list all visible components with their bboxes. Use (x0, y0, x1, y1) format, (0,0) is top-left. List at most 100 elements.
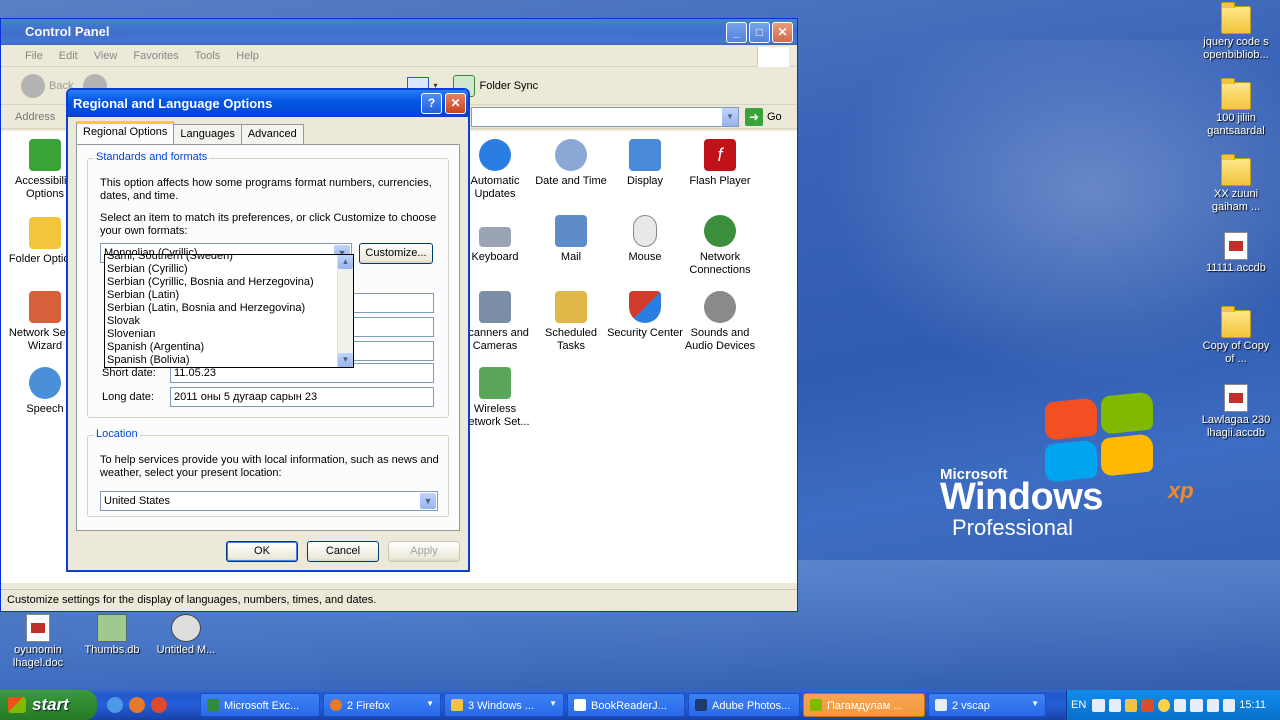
task-label: Microsoft Exc... (224, 700, 300, 712)
cp-item-date-time[interactable]: Date and Time (531, 139, 611, 188)
menu-file[interactable]: File (17, 50, 51, 62)
menu-edit[interactable]: Edit (51, 50, 86, 62)
tray-icon[interactable] (1141, 698, 1154, 712)
start-label: start (32, 695, 69, 714)
tab-regional-options[interactable]: Regional Options (76, 121, 175, 144)
network-icon[interactable] (1206, 698, 1219, 712)
tab-advanced[interactable]: Advanced (240, 124, 304, 144)
cp-item-mouse[interactable]: Mouse (605, 215, 685, 264)
apply-button[interactable]: Apply (388, 541, 460, 562)
cp-item-display[interactable]: Display (605, 139, 685, 188)
menu-favorites[interactable]: Favorites (125, 50, 186, 62)
address-dropdown-button[interactable]: ▼ (722, 108, 738, 126)
chevron-down-icon[interactable]: ▼ (420, 493, 436, 509)
task-windows[interactable]: 3 Windows ... ▼ (444, 693, 564, 717)
desktop-icon-label: jquery code s openbibliob... (1203, 36, 1269, 61)
list-item[interactable]: Slovenian (105, 328, 353, 341)
location-select[interactable]: United States ▼ (100, 491, 438, 511)
cp-item-mail[interactable]: Mail (531, 215, 611, 264)
volume-icon[interactable] (1222, 698, 1236, 712)
cp-item-label: Speech (26, 403, 64, 415)
tab-languages[interactable]: Languages (173, 124, 242, 144)
media-icon[interactable] (151, 697, 167, 713)
cp-item-flash-player[interactable]: f Flash Player (680, 139, 760, 188)
desktop-icon[interactable]: Lawlagaa 230 lhagii.accdb (1198, 384, 1274, 440)
desktop-icon[interactable]: 11111.accdb (1198, 232, 1274, 275)
desktop-icon[interactable]: XX zuuni gaiham ... (1198, 154, 1274, 214)
cp-item-sounds[interactable]: Sounds and Audio Devices (680, 291, 760, 353)
dropdown-scrollbar[interactable]: ▲ ▼ (337, 255, 353, 367)
task-firefox[interactable]: 2 Firefox ▼ (323, 693, 441, 717)
ok-button[interactable]: OK (226, 541, 298, 562)
network-globe-icon (704, 215, 736, 247)
desktop-icon[interactable]: 100 jiliin gantsaardal (1198, 78, 1274, 138)
scroll-up-icon[interactable]: ▲ (338, 255, 353, 269)
menu-view[interactable]: View (86, 50, 126, 62)
desktop-icon[interactable]: Thumbs.db (74, 614, 150, 657)
clock[interactable]: 15:11 (1239, 699, 1266, 711)
regional-options-icon (810, 699, 822, 711)
menu-tools[interactable]: Tools (187, 50, 229, 62)
network-setup-icon (29, 291, 61, 323)
desktop-icon[interactable]: jquery code s openbibliob... (1198, 2, 1274, 62)
language-indicator[interactable]: EN (1071, 699, 1086, 711)
task-bookreader[interactable]: BookReaderJ... (567, 693, 685, 717)
shield-icon[interactable] (1124, 698, 1138, 712)
task-excel[interactable]: Microsoft Exc... (200, 693, 320, 717)
desktop-icon[interactable]: oyunomin lhagel.doc (0, 614, 76, 670)
go-label: Go (767, 111, 782, 123)
tray-icon[interactable] (1190, 698, 1203, 712)
logo-windows: Windows (940, 476, 1103, 518)
automatic-updates-icon (479, 139, 511, 171)
list-item[interactable]: Spanish (Bolivia) (105, 354, 353, 367)
standards-description: This option affects how some programs fo… (100, 177, 432, 202)
list-item[interactable]: Serbian (Latin, Bosnia and Herzegovina) (105, 302, 353, 315)
close-button[interactable]: ✕ (772, 22, 793, 43)
dialog-titlebar[interactable]: Regional and Language Options ? ✕ (68, 90, 468, 117)
dialog-close-button[interactable]: ✕ (445, 93, 466, 114)
cancel-button[interactable]: Cancel (307, 541, 379, 562)
customize-button[interactable]: Customize... (359, 243, 433, 264)
menu-help[interactable]: Help (228, 50, 267, 62)
wireless-icon (479, 367, 511, 399)
start-button[interactable]: start (0, 690, 97, 720)
cp-item-scheduled-tasks[interactable]: Scheduled Tasks (531, 291, 611, 353)
cp-item-label: Flash Player (689, 175, 751, 187)
task-control-panel[interactable]: Пагамдулам ... (803, 693, 925, 717)
cp-item-security-center[interactable]: Security Center (605, 291, 685, 340)
list-item[interactable]: Serbian (Cyrillic) (105, 263, 353, 276)
list-item[interactable]: Serbian (Latin) (105, 289, 353, 302)
list-item[interactable]: Sami, Southern (Sweden) (105, 255, 353, 263)
tray-icon[interactable] (1108, 698, 1121, 712)
maximize-button[interactable]: □ (749, 22, 770, 43)
desktop-icon-label: 11111.accdb (1206, 262, 1266, 274)
cp-item-label: Display (626, 175, 664, 187)
minimize-button[interactable]: _ (726, 22, 747, 43)
ie-icon[interactable] (107, 697, 123, 713)
list-item[interactable]: Spanish (Argentina) (105, 341, 353, 354)
document-icon (574, 699, 586, 711)
desktop-icon[interactable]: Copy of Copy of ... (1198, 306, 1274, 366)
chevron-down-icon: ▼ (426, 699, 434, 708)
desktop-icon-label: Thumbs.db (84, 644, 140, 656)
cp-item-network-connections[interactable]: Network Connections (680, 215, 760, 277)
desktop-icon[interactable]: Untitled M... (148, 614, 224, 657)
list-item[interactable]: Serbian (Cyrillic, Bosnia and Herzegovin… (105, 276, 353, 289)
help-button[interactable]: ? (421, 93, 442, 114)
address-input[interactable]: ▼ (471, 107, 739, 127)
list-item[interactable]: Slovak (105, 315, 353, 328)
go-button[interactable]: ➜ Go (745, 108, 782, 126)
firefox-icon[interactable] (129, 697, 145, 713)
cp-item-label: Network Connections (689, 251, 751, 276)
scroll-down-icon[interactable]: ▼ (338, 353, 353, 367)
task-photoshop[interactable]: Adube Photos... (688, 693, 800, 717)
movie-file-icon (171, 614, 201, 642)
control-panel-titlebar[interactable]: Control Panel _ □ ✕ (1, 19, 797, 45)
folder-icon (1221, 2, 1251, 34)
task-vscap[interactable]: 2 vscap ▼ (928, 693, 1046, 717)
thumbs-db-icon (97, 614, 127, 642)
cloud-icon[interactable] (1173, 698, 1187, 712)
tray-icon[interactable] (1092, 698, 1105, 712)
smiley-icon[interactable] (1157, 698, 1170, 712)
format-dropdown-list[interactable]: Sami, Southern (Sweden) Serbian (Cyrilli… (104, 254, 354, 368)
